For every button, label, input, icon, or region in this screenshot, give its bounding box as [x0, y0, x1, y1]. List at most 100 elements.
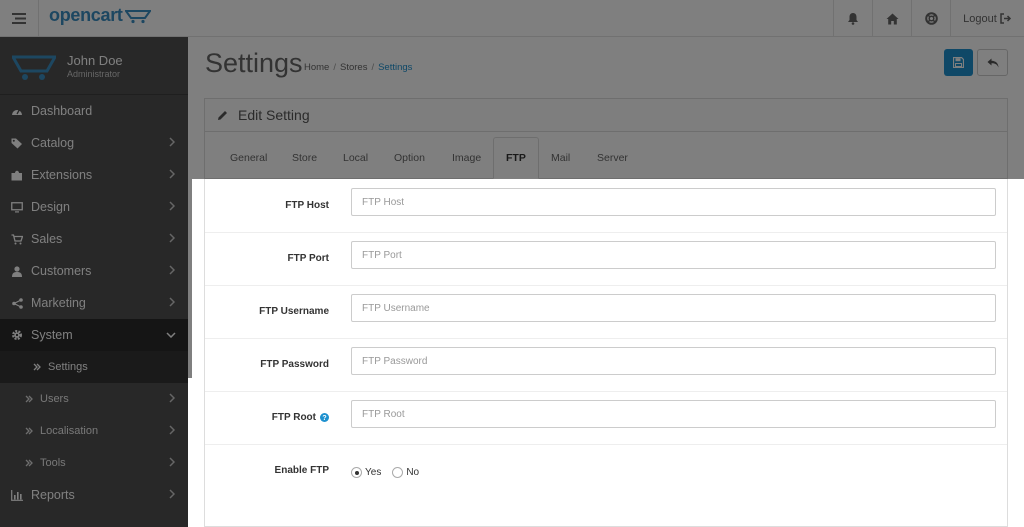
- ftp-username-input[interactable]: [351, 294, 996, 322]
- sidebar-subitem-tools[interactable]: Tools: [0, 447, 188, 479]
- double-chevron-right-icon: [25, 427, 33, 435]
- ftp-port-label: FTP Port: [287, 253, 329, 264]
- double-chevron-right-icon: [25, 395, 33, 403]
- sidebar-item-system[interactable]: System: [0, 319, 188, 351]
- enable-ftp-yes-radio[interactable]: Yes: [351, 467, 381, 478]
- enable-ftp-no-radio[interactable]: No: [392, 467, 419, 478]
- profile-role: Administrator: [67, 69, 121, 79]
- tab-option[interactable]: Option: [394, 152, 425, 164]
- sidebar-item-marketing[interactable]: Marketing: [0, 287, 188, 319]
- chevron-right-icon: [169, 489, 175, 499]
- chevron-right-icon: [169, 201, 175, 211]
- radio-label-yes: Yes: [365, 467, 382, 478]
- svg-text:?: ?: [322, 415, 326, 422]
- opencart-logo[interactable]: opencart: [49, 5, 151, 26]
- sidebar-subitem-users[interactable]: Users: [0, 383, 188, 415]
- ftp-host-input[interactable]: [351, 188, 996, 216]
- sidebar-item-design[interactable]: Design: [0, 191, 188, 223]
- bell-icon: [848, 13, 858, 25]
- sidebar-item-label: Marketing: [31, 296, 86, 310]
- enable-ftp-radio-group: Yes No: [351, 467, 419, 478]
- tab-ftp[interactable]: FTP: [493, 137, 539, 179]
- tab-local[interactable]: Local: [343, 152, 368, 164]
- home-button[interactable]: [872, 0, 911, 37]
- ftp-password-label: FTP Password: [260, 359, 329, 370]
- sidebar-item-dashboard[interactable]: Dashboard: [0, 95, 188, 127]
- chevron-down-icon: [166, 332, 176, 338]
- tab-image[interactable]: Image: [452, 152, 481, 164]
- ftp-password-input[interactable]: [351, 347, 996, 375]
- radio-button-unchecked[interactable]: [392, 467, 404, 478]
- breadcrumb-home[interactable]: Home: [304, 62, 329, 73]
- save-button[interactable]: [944, 49, 973, 76]
- sidebar-subitem-settings[interactable]: Settings: [0, 351, 188, 383]
- ftp-port-input[interactable]: [351, 241, 996, 269]
- chevron-right-icon: [169, 169, 175, 179]
- sidebar-item-label: Sales: [31, 232, 63, 246]
- help-circle-icon[interactable]: ?: [320, 413, 329, 422]
- notifications-button[interactable]: [833, 0, 872, 37]
- menu-icon: [12, 13, 26, 24]
- back-button[interactable]: [977, 49, 1008, 76]
- tab-store[interactable]: Store: [292, 152, 317, 164]
- floppy-disk-icon: [953, 57, 964, 68]
- ftp-root-label: FTP Root: [271, 412, 316, 423]
- dashboard-icon: [12, 109, 22, 115]
- tab-general[interactable]: General: [230, 152, 267, 164]
- sidebar-item-label: Dashboard: [31, 104, 93, 118]
- sidebar-item-label: Customers: [31, 264, 92, 278]
- form-row-ftp-root: FTP Root ?: [205, 392, 1007, 445]
- form-row-ftp-password: FTP Password: [205, 339, 1007, 392]
- sidebar-item-catalog[interactable]: Catalog: [0, 127, 188, 159]
- form-row-ftp-username: FTP Username: [205, 286, 1007, 339]
- logo-text: opencart: [49, 5, 123, 25]
- profile-name: John Doe: [67, 53, 123, 68]
- sidebar-item-label: System: [31, 328, 73, 342]
- sidebar-item-customers[interactable]: Customers: [0, 255, 188, 287]
- user-profile[interactable]: John Doe Administrator: [0, 37, 188, 95]
- ftp-root-label-wrap: FTP Root ?: [272, 412, 329, 423]
- sidebar-item-label: Catalog: [31, 136, 75, 150]
- chevron-right-icon: [169, 233, 175, 243]
- chevron-right-icon: [169, 137, 175, 147]
- main-content: Settings Home / Stores / Settings Edit S…: [188, 37, 1024, 527]
- radio-button-checked[interactable]: [351, 467, 362, 478]
- sidebar-item-sales[interactable]: Sales: [0, 223, 188, 255]
- sidebar-item-reports[interactable]: Reports: [0, 479, 188, 511]
- pencil-icon: [218, 110, 227, 120]
- enable-ftp-label: Enable FTP: [274, 465, 329, 476]
- cart-icon: [11, 233, 23, 244]
- sidebar-subitem-label: Tools: [40, 457, 66, 469]
- double-chevron-right-icon: [33, 363, 41, 371]
- sidebar-item-extensions[interactable]: Extensions: [0, 159, 188, 191]
- panel-heading: Edit Setting: [205, 99, 1007, 132]
- chevron-right-icon: [169, 297, 175, 307]
- form-row-ftp-port: FTP Port: [205, 233, 1007, 286]
- chevron-right-icon: [169, 425, 175, 435]
- sidebar-item-label: Extensions: [31, 168, 93, 182]
- breadcrumb: Home / Stores / Settings: [304, 62, 412, 73]
- share-icon: [11, 297, 23, 309]
- life-ring-icon: [924, 12, 938, 25]
- edit-setting-panel: Edit Setting General Store Local Option …: [204, 98, 1008, 527]
- tab-server[interactable]: Server: [597, 152, 628, 164]
- logout-button[interactable]: Logout: [950, 0, 1024, 37]
- breadcrumb-settings[interactable]: Settings: [378, 62, 412, 73]
- breadcrumb-stores[interactable]: Stores: [340, 62, 367, 73]
- puzzle-icon: [11, 170, 22, 180]
- menu-toggle-button[interactable]: [0, 0, 39, 37]
- sidebar-subitem-label: Localisation: [40, 425, 99, 437]
- sidebar: John Doe Administrator Dashboard Catalog…: [0, 37, 188, 527]
- chevron-right-icon: [169, 265, 175, 275]
- ftp-root-input[interactable]: [351, 400, 996, 428]
- tab-mail[interactable]: Mail: [551, 152, 570, 164]
- double-chevron-right-icon: [25, 459, 33, 467]
- chevron-right-icon: [169, 393, 175, 403]
- home-icon: [886, 13, 898, 24]
- help-button[interactable]: [911, 0, 950, 37]
- radio-label-no: No: [406, 467, 420, 478]
- sidebar-subitem-label: Users: [40, 393, 69, 405]
- sidebar-subitem-localisation[interactable]: Localisation: [0, 415, 188, 447]
- avatar: [12, 55, 56, 80]
- panel-title: Edit Setting: [238, 107, 310, 123]
